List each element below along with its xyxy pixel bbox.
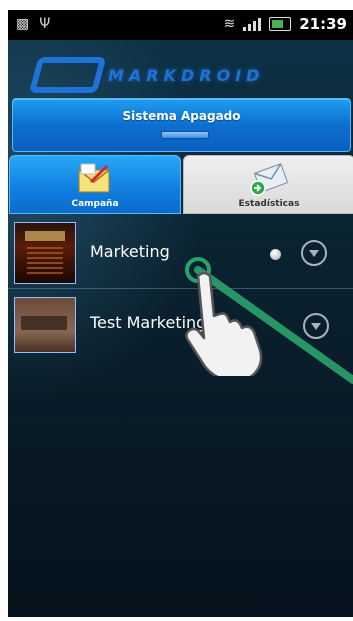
status-dot [270, 249, 281, 260]
envelope-send-icon [250, 163, 289, 196]
tab-estadisticas[interactable]: Estadísticas [183, 155, 353, 214]
envelope-edit-icon [78, 163, 110, 193]
list-item[interactable]: Marketing [8, 218, 353, 288]
campaign-title: Test Marketing [90, 313, 207, 332]
system-status-label: Sistema Apagado [122, 109, 241, 123]
logo-text: MARKDROID [108, 66, 265, 85]
campaign-thumbnail [14, 297, 76, 353]
app-logo: MARKDROID [8, 40, 353, 98]
phone-screen: ▩ Ψ ≋ 21:39 MARKDROID Sistema Apagado Ca… [8, 10, 353, 617]
expand-icon[interactable] [303, 313, 329, 339]
tab-campana[interactable]: Campaña [9, 155, 181, 214]
campaign-thumbnail [14, 222, 76, 284]
campaign-list: Marketing Test Marketing [8, 218, 353, 359]
wifi-icon: ≋ [223, 16, 236, 32]
system-status-indicator [161, 131, 209, 139]
tab-estadisticas-label: Estadísticas [238, 199, 300, 209]
signal-icon [243, 17, 262, 31]
expand-icon[interactable] [301, 240, 327, 266]
tab-campana-label: Campaña [71, 199, 119, 209]
system-status-panel[interactable]: Sistema Apagado [12, 98, 351, 152]
list-item[interactable]: Test Marketing [8, 288, 353, 359]
usb-icon: Ψ [39, 16, 51, 32]
battery-icon [269, 17, 292, 31]
campaign-title: Marketing [90, 242, 170, 261]
clock: 21:39 [299, 15, 347, 33]
status-bar: ▩ Ψ ≋ 21:39 [8, 10, 353, 40]
android-debug-icon: ▩ [16, 16, 30, 32]
